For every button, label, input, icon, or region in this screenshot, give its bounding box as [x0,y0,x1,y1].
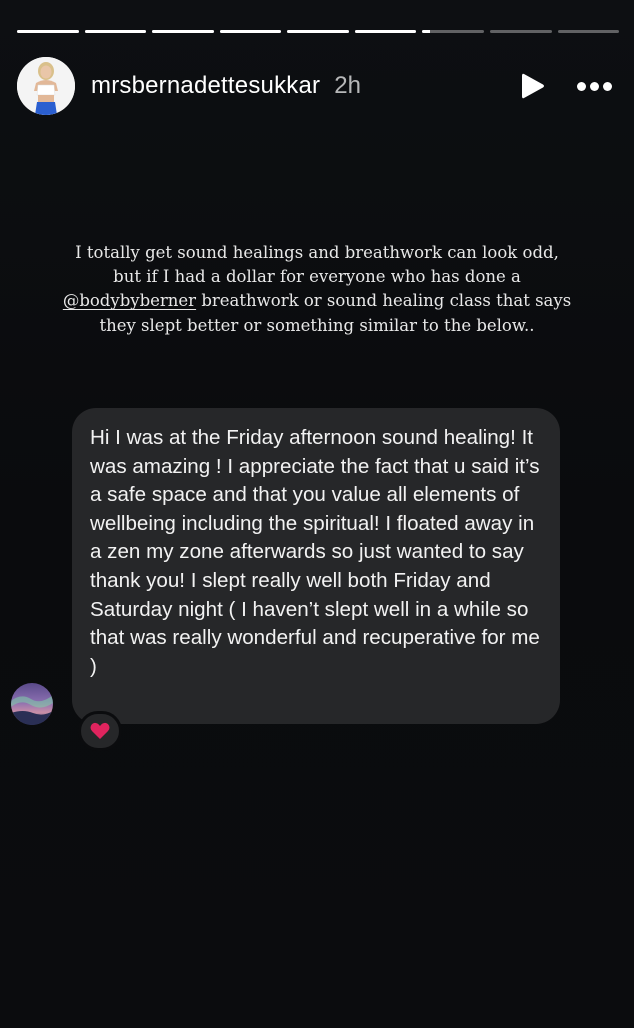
message-bubble[interactable]: Hi I was at the Friday afternoon sound h… [72,408,560,724]
progress-segment [219,30,282,33]
sender-photo-icon [11,683,53,725]
story-header: mrsbernadettesukkar 2h [17,56,617,116]
story-progress-bar [17,30,620,34]
message-text: Hi I was at the Friday afternoon sound h… [90,426,540,678]
more-options-button[interactable] [571,66,617,106]
heart-icon [90,722,110,739]
play-icon [522,73,544,99]
progress-segment [557,30,620,33]
post-time: 2h [334,72,361,99]
progress-segment [354,30,417,33]
progress-segment [152,30,214,33]
profile-avatar[interactable] [17,57,75,115]
progress-segment-fill [84,30,147,33]
profile-photo-icon [17,57,75,115]
progress-segment [17,30,79,33]
progress-segment-fill [152,30,214,33]
progress-segment [84,30,147,33]
more-horizontal-icon [575,81,614,91]
username[interactable]: mrsbernadettesukkar [91,72,320,100]
progress-segment-fill [287,30,349,33]
caption-text-start: I totally get sound healings and breathw… [75,243,559,287]
progress-segment [489,30,552,33]
progress-segment-fill [354,30,417,33]
progress-segment-fill [422,30,430,33]
progress-segment [287,30,349,33]
progress-segment [422,30,484,33]
progress-segment-fill [17,30,79,33]
story-caption: I totally get sound healings and breathw… [60,241,574,338]
message-reaction[interactable] [78,711,122,751]
sender-avatar[interactable] [11,683,53,725]
progress-segment-fill [219,30,282,33]
mention-link[interactable]: @bodybyberner [63,291,196,310]
play-button[interactable] [513,66,553,106]
